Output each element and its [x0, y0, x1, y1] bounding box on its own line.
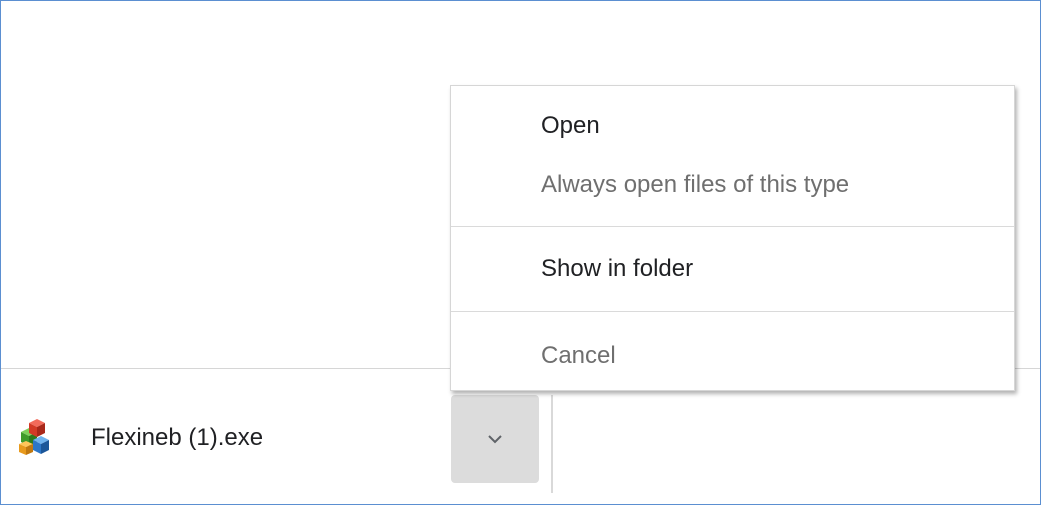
- download-item-divider: [551, 395, 553, 493]
- menu-separator: [451, 311, 1014, 312]
- download-context-menu: Open Always open files of this type Show…: [450, 85, 1015, 391]
- menu-item-always-open[interactable]: Always open files of this type: [451, 171, 1014, 199]
- chevron-down-icon: [487, 434, 503, 444]
- menu-item-show-in-folder[interactable]: Show in folder: [451, 255, 1014, 283]
- download-file-name: Flexineb (1).exe: [91, 424, 264, 451]
- application-cubes-icon: [15, 418, 55, 458]
- menu-item-cancel[interactable]: Cancel: [451, 342, 1014, 370]
- download-options-button[interactable]: [451, 395, 539, 483]
- browser-window: Flexineb (1).exe Open Always open files …: [0, 0, 1041, 505]
- menu-separator: [451, 226, 1014, 227]
- menu-item-open[interactable]: Open: [451, 112, 1014, 140]
